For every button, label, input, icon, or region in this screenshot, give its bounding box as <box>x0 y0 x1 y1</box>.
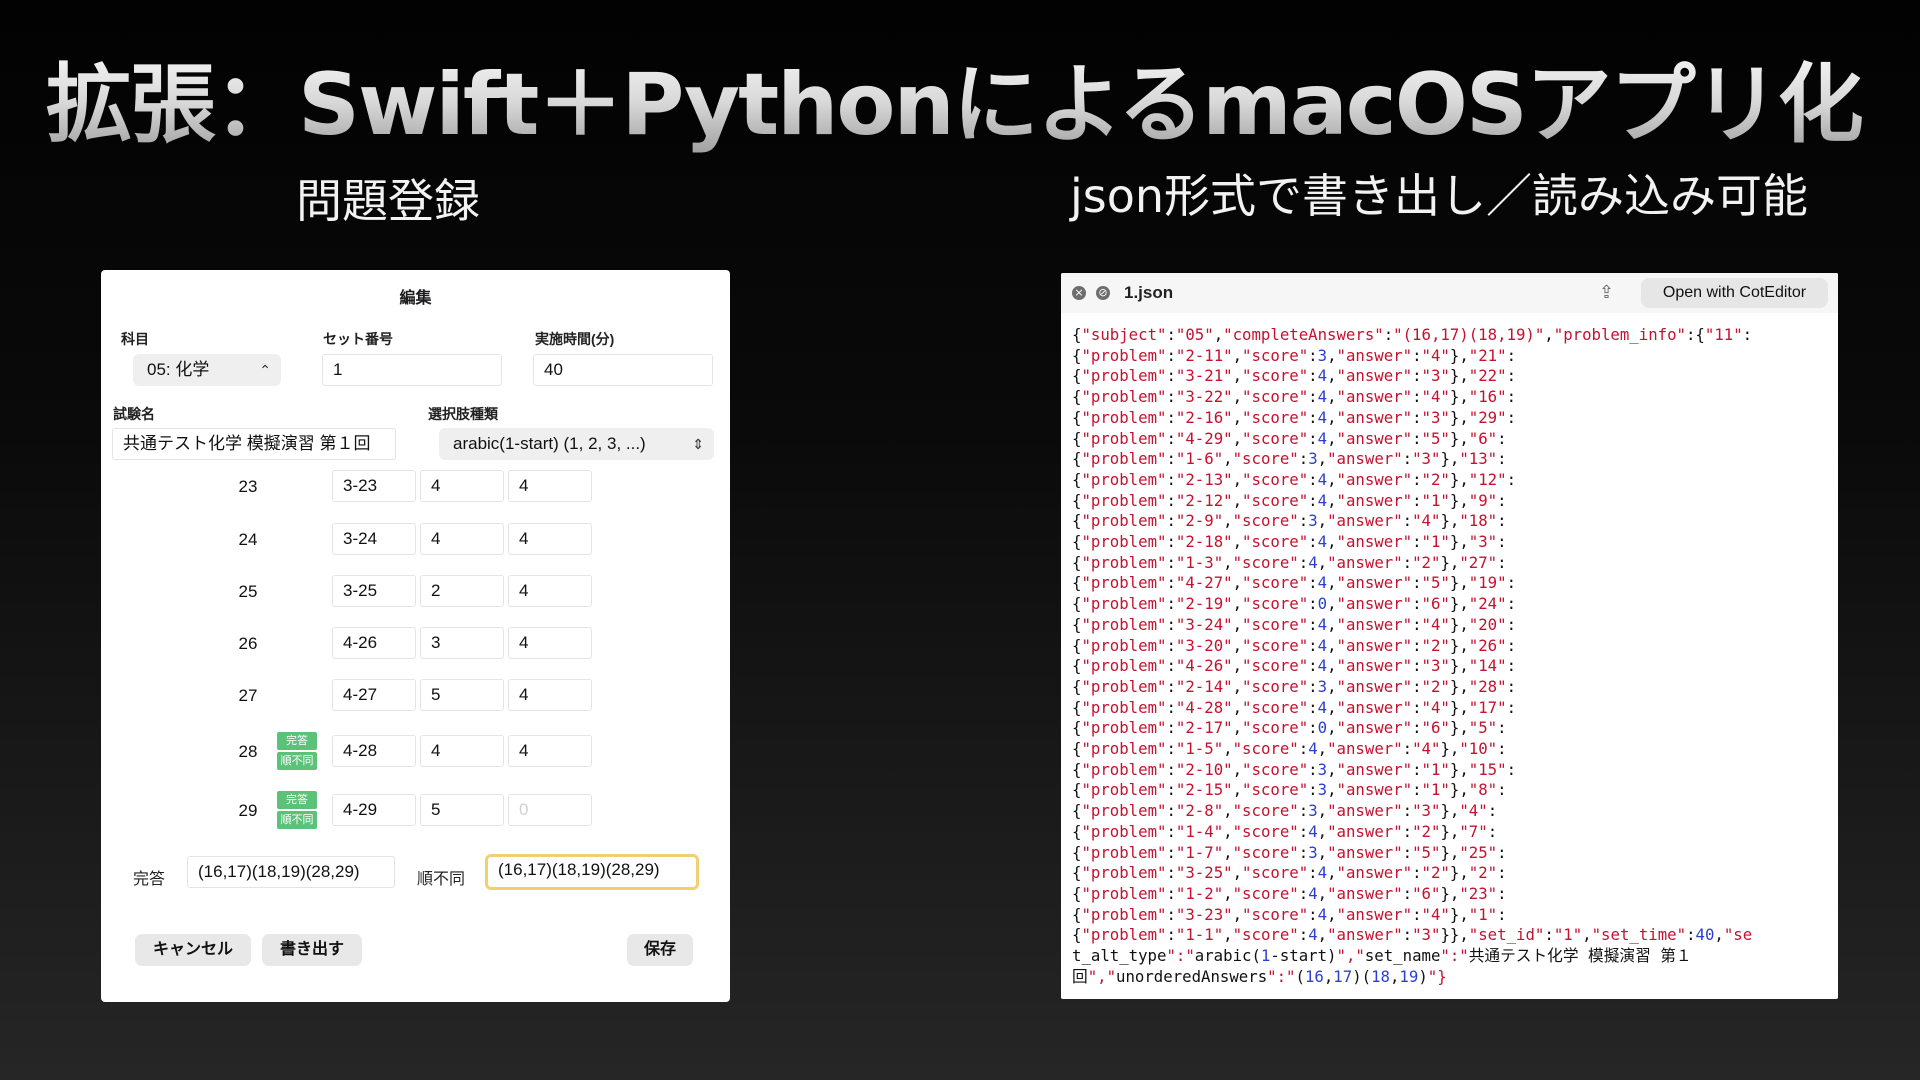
json-line: {"problem":"3-24","score":4,"answer":"4"… <box>1072 614 1517 634</box>
answer-field[interactable]: 4 <box>508 575 592 607</box>
answer-field[interactable]: 4 <box>508 470 592 502</box>
row-number: 23 <box>238 477 258 496</box>
answer-field[interactable]: 4 <box>508 523 592 555</box>
problem-field[interactable]: 3-24 <box>332 523 416 555</box>
json-line: {"problem":"1-2","score":4,"answer":"6"}… <box>1072 883 1507 903</box>
answer-field[interactable]: 4 <box>508 627 592 659</box>
choice-type-popup[interactable]: arabic(1-start) (1, 2, 3, ...) ⇕ <box>439 428 714 460</box>
left-caption: 問題登録 <box>296 174 480 228</box>
complete-label: 完答 <box>133 871 166 888</box>
unordered-label: 順不同 <box>417 871 466 888</box>
right-caption: json形式で書き出し／読み込み可能 <box>1070 169 1809 223</box>
chevron-updown-icon: ⇕ <box>692 436 704 452</box>
score-field[interactable]: 5 <box>420 794 504 826</box>
answer-field[interactable]: 4 <box>508 679 592 711</box>
json-line: {"problem":"3-21","score":4,"answer":"3"… <box>1072 366 1517 386</box>
json-line: {"problem":"2-15","score":3,"answer":"1"… <box>1072 780 1507 800</box>
problem-field[interactable]: 4-28 <box>332 735 416 767</box>
row-number: 28 <box>238 742 258 761</box>
answer-field[interactable]: 4 <box>508 735 592 767</box>
subject-value: 05: 化学 <box>147 360 210 379</box>
file-name: 1.json <box>1124 283 1174 302</box>
row-number: 26 <box>238 634 258 653</box>
open-with-coteditor-button[interactable]: Open with CotEditor <box>1641 278 1828 308</box>
share-icon[interactable]: ⇪ <box>1599 282 1614 303</box>
problem-field[interactable]: 3-23 <box>332 470 416 502</box>
cancel-button[interactable]: キャンセル <box>135 934 251 966</box>
unordered-badge: 順不同 <box>277 811 317 829</box>
json-line: {"problem":"1-6","score":3,"answer":"3"}… <box>1072 449 1507 469</box>
json-line: {"problem":"1-4","score":4,"answer":"2"}… <box>1072 821 1498 841</box>
unordered-answers-field[interactable]: (16,17)(18,19)(28,29) <box>485 854 699 890</box>
json-content: {"subject":"05","completeAnswers":"(16,1… <box>1072 325 1832 988</box>
save-button[interactable]: 保存 <box>627 934 693 966</box>
unordered-badge: 順不同 <box>277 752 317 770</box>
json-line: {"problem":"2-11","score":3,"answer":"4"… <box>1072 345 1517 365</box>
json-line: {"problem":"3-23","score":4,"answer":"4"… <box>1072 904 1507 924</box>
answer-field[interactable]: 0 <box>508 794 592 826</box>
json-line: {"problem":"4-28","score":4,"answer":"4"… <box>1072 697 1517 717</box>
edit-window: 編集 科目 05: 化学 ⌃ セット番号 1 実施時間(分) 40 試験名 共通… <box>101 270 730 1002</box>
score-field[interactable]: 4 <box>420 523 504 555</box>
complete-badge: 完答 <box>277 791 317 809</box>
json-line: {"problem":"3-22","score":4,"answer":"4"… <box>1072 387 1517 407</box>
problem-field[interactable]: 4-26 <box>332 627 416 659</box>
exam-name-field[interactable]: 共通テスト化学 模擬演習 第１回 <box>112 428 396 460</box>
json-line: {"problem":"2-8","score":3,"answer":"3"}… <box>1072 801 1498 821</box>
json-line: t_alt_type":"arabic(1-start)","set_name"… <box>1072 946 1692 966</box>
json-line: {"problem":"2-19","score":0,"answer":"6"… <box>1072 594 1517 614</box>
json-line: {"problem":"2-18","score":4,"answer":"1"… <box>1072 532 1507 552</box>
score-field[interactable]: 3 <box>420 627 504 659</box>
json-line: {"problem":"1-5","score":4,"answer":"4"}… <box>1072 739 1507 759</box>
problem-field[interactable]: 4-27 <box>332 679 416 711</box>
json-viewer-window: × ⊘ 1.json ⇪ Open with CotEditor {"subje… <box>1061 273 1838 999</box>
json-line: {"problem":"2-9","score":3,"answer":"4"}… <box>1072 511 1507 531</box>
chevron-updown-icon: ⌃ <box>259 362 271 378</box>
close-icon[interactable]: × <box>1072 286 1086 300</box>
problem-field[interactable]: 4-29 <box>332 794 416 826</box>
score-field[interactable]: 5 <box>420 679 504 711</box>
window-title: 編集 <box>399 290 432 307</box>
json-line: {"problem":"2-10","score":3,"answer":"1"… <box>1072 759 1517 779</box>
json-line: {"problem":"2-14","score":3,"answer":"2"… <box>1072 676 1517 696</box>
score-field[interactable]: 4 <box>420 735 504 767</box>
json-line: {"problem":"1-3","score":4,"answer":"2"}… <box>1072 552 1507 572</box>
row-number: 27 <box>238 686 258 705</box>
json-line: {"problem":"2-13","score":4,"answer":"2"… <box>1072 469 1517 489</box>
slide-title: 拡張：Swift＋PythonによるmacOSアプリ化 <box>46 34 1864 159</box>
json-line: {"problem":"4-26","score":4,"answer":"3"… <box>1072 656 1517 676</box>
complete-answers-field[interactable]: (16,17)(18,19)(28,29) <box>187 856 395 888</box>
complete-badge: 完答 <box>277 732 317 750</box>
json-line: {"problem":"1-1","score":4,"answer":"3"}… <box>1072 925 1753 945</box>
exam-name-label: 試験名 <box>113 406 155 422</box>
set-number-label: セット番号 <box>323 331 393 347</box>
subject-label: 科目 <box>121 331 149 347</box>
row-number: 25 <box>238 582 258 601</box>
disabled-icon[interactable]: ⊘ <box>1096 286 1110 300</box>
time-field[interactable]: 40 <box>533 354 713 386</box>
row-number: 24 <box>238 530 258 549</box>
json-line: {"problem":"4-29","score":4,"answer":"5"… <box>1072 428 1507 448</box>
json-line: {"problem":"1-7","score":3,"answer":"5"}… <box>1072 842 1507 862</box>
choice-type-label: 選択肢種類 <box>428 406 498 422</box>
json-line: {"problem":"3-25","score":4,"answer":"2"… <box>1072 863 1507 883</box>
export-button[interactable]: 書き出す <box>262 934 362 966</box>
json-line: {"problem":"2-16","score":4,"answer":"3"… <box>1072 407 1517 427</box>
json-line: {"subject":"05","completeAnswers":"(16,1… <box>1072 325 1753 344</box>
score-field[interactable]: 4 <box>420 470 504 502</box>
title-bar: × ⊘ 1.json ⇪ Open with CotEditor <box>1061 273 1838 313</box>
subject-popup[interactable]: 05: 化学 ⌃ <box>133 354 281 386</box>
problem-field[interactable]: 3-25 <box>332 575 416 607</box>
json-line: {"problem":"4-27","score":4,"answer":"5"… <box>1072 573 1517 593</box>
row-number: 29 <box>238 801 258 820</box>
set-number-field[interactable]: 1 <box>322 354 502 386</box>
json-line: {"problem":"3-20","score":4,"answer":"2"… <box>1072 635 1517 655</box>
score-field[interactable]: 2 <box>420 575 504 607</box>
json-line: {"problem":"2-12","score":4,"answer":"1"… <box>1072 490 1507 510</box>
time-label: 実施時間(分) <box>535 331 615 347</box>
json-line: 回","unorderedAnswers":"(16,17)(18,19)"} <box>1072 966 1447 986</box>
json-line: {"problem":"2-17","score":0,"answer":"6"… <box>1072 718 1507 738</box>
choice-type-value: arabic(1-start) (1, 2, 3, ...) <box>453 434 646 453</box>
